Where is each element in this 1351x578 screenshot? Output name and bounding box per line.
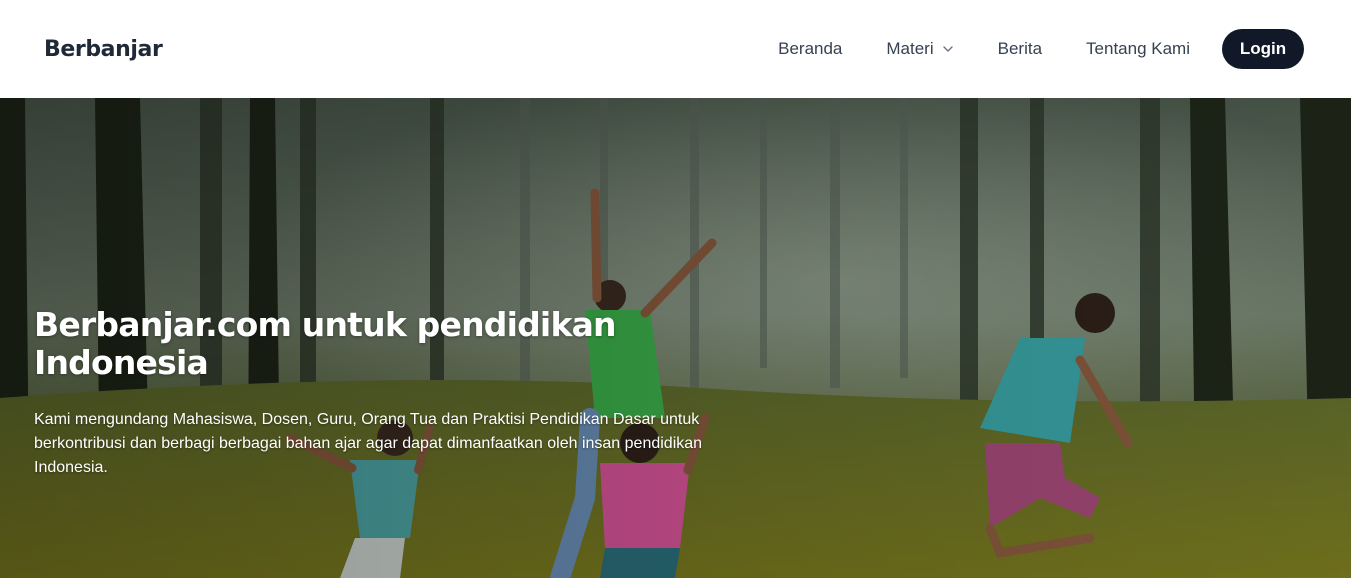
nav-link-label: Materi <box>886 39 934 58</box>
chevron-down-icon <box>942 46 953 52</box>
brand-logo[interactable]: Berbanjar <box>44 37 163 62</box>
nav-link-berita[interactable]: Berita <box>998 39 1042 59</box>
nav-link-materi[interactable]: Materi <box>886 39 953 59</box>
nav-link-label: Beranda <box>778 39 843 58</box>
nav-link-label: Tentang Kami <box>1086 39 1190 58</box>
nav-link-label: Berita <box>997 39 1043 58</box>
nav-menu: Beranda Materi Berita Tentang Kami Login <box>778 29 1307 69</box>
navbar: Berbanjar Beranda Materi Berita Tentang … <box>0 0 1351 98</box>
hero-section: Berbanjar.com untuk pendidikan Indonesia… <box>0 98 1351 578</box>
hero-content: Berbanjar.com untuk pendidikan Indonesia… <box>34 306 764 480</box>
hero-title: Berbanjar.com untuk pendidikan Indonesia <box>34 305 617 382</box>
nav-link-beranda[interactable]: Beranda <box>778 39 842 59</box>
hero-description: Kami mengundang Mahasiswa, Dosen, Guru, … <box>34 410 703 476</box>
nav-link-tentang-kami[interactable]: Tentang Kami <box>1086 39 1190 59</box>
login-button[interactable]: Login <box>1222 29 1304 69</box>
